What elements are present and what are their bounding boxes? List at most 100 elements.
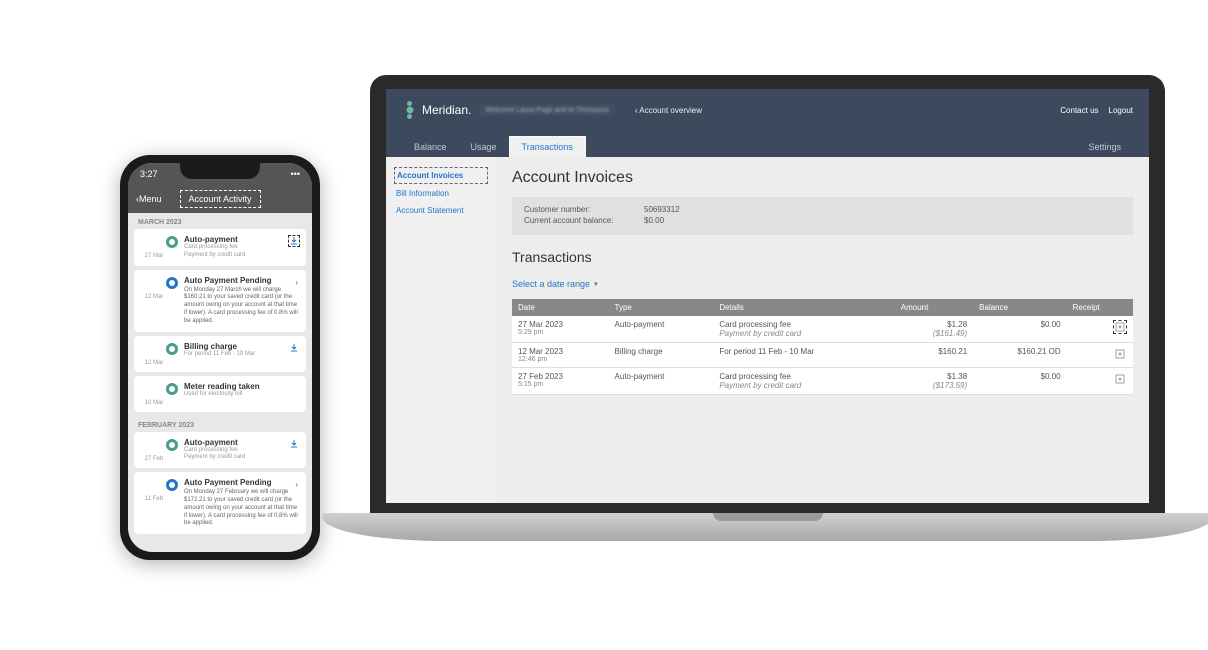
activity-title: Auto-payment xyxy=(184,438,298,447)
receipt-download-icon[interactable] xyxy=(1113,372,1127,386)
page-title: Account Invoices xyxy=(512,169,1133,187)
table-header: Details xyxy=(713,299,894,316)
activity-subtext: Card processing fee xyxy=(184,447,298,455)
table-row: 27 Feb 20235:15 pmAuto-paymentCard proce… xyxy=(512,368,1133,395)
phone-screen: 3:27 ••• ‹ Menu Account Activity MARCH 2… xyxy=(128,163,312,552)
tab-settings[interactable]: Settings xyxy=(1076,137,1133,157)
phone-page-title: Account Activity xyxy=(180,190,261,208)
activity-date: 12 Mar xyxy=(142,342,166,366)
table-header-row: DateTypeDetailsAmountBalanceReceipt xyxy=(512,299,1133,316)
cell-date: 27 Mar 20235:29 pm xyxy=(512,316,609,343)
phone-section-label: FEBRUARY 2023 xyxy=(134,416,306,432)
sidebar-item-account-statement[interactable]: Account Statement xyxy=(394,203,488,218)
table-row: 12 Mar 202312:46 pmBilling chargeFor per… xyxy=(512,343,1133,368)
logo-icon xyxy=(402,102,418,118)
activity-date: 27 Feb xyxy=(142,438,166,463)
laptop-frame: Meridian. Welcome Laura Page and M Thomp… xyxy=(370,75,1165,513)
activity-title: Auto Payment Pending xyxy=(184,276,298,285)
activity-date: 11 Feb xyxy=(142,478,166,528)
logout-link[interactable]: Logout xyxy=(1109,106,1133,115)
tab-balance[interactable]: Balance xyxy=(402,137,459,157)
customer-number-value: 50693312 xyxy=(644,205,680,214)
phone-notch xyxy=(180,163,260,179)
activity-card[interactable]: 12 MarAuto Payment PendingOn Monday 27 M… xyxy=(134,270,306,332)
tab-usage[interactable]: Usage xyxy=(459,137,509,157)
phone-nav: ‹ Menu Account Activity xyxy=(128,185,312,213)
cell-amount: $1.38($173.59) xyxy=(895,368,973,395)
sidebar-item-bill-information[interactable]: Bill Information xyxy=(394,186,488,201)
cell-receipt xyxy=(1067,368,1133,395)
activity-card: 27 Feb Auto-paymentCard processing feePay… xyxy=(134,432,306,469)
cell-receipt xyxy=(1067,316,1133,343)
activity-card: 27 MarAuto-paymentCard processing feePay… xyxy=(134,229,306,266)
cell-amount: $1.28($161.49) xyxy=(895,316,973,343)
cell-date: 12 Mar 202312:46 pm xyxy=(512,343,609,368)
cell-balance: $0.00 xyxy=(973,368,1066,395)
balance-value: $0.00 xyxy=(644,216,664,225)
laptop-mockup: Meridian. Welcome Laura Page and M Thomp… xyxy=(370,75,1165,541)
date-range-label: Select a date range xyxy=(512,279,590,289)
activity-title: Auto Payment Pending xyxy=(184,478,298,487)
chevron-down-icon: ▾ xyxy=(594,280,598,288)
person-icon xyxy=(166,343,178,355)
chevron-right-icon: › xyxy=(295,278,298,287)
person-icon xyxy=(166,236,178,248)
cell-type: Auto-payment xyxy=(609,368,714,395)
activity-date: 27 Mar xyxy=(142,235,166,260)
table-header: Amount xyxy=(895,299,973,316)
contact-us-link[interactable]: Contact us xyxy=(1060,106,1098,115)
cell-details: For period 11 Feb - 10 Mar xyxy=(713,343,894,368)
activity-subtext: For period 11 Feb - 10 Mar xyxy=(184,351,298,359)
cell-receipt xyxy=(1067,343,1133,368)
activity-card: 10 MarMeter reading takenUsed for electr… xyxy=(134,376,306,412)
date-range-selector[interactable]: Select a date range ▾ xyxy=(512,279,1133,289)
header-right: Contact us Logout xyxy=(1060,106,1133,115)
balance-label: Current account balance: xyxy=(524,216,644,225)
cell-amount: $160.21 xyxy=(895,343,973,368)
cell-details: Card processing feePayment by credit car… xyxy=(713,316,894,343)
download-icon[interactable] xyxy=(288,235,300,247)
signal-icon: ••• xyxy=(291,169,300,179)
person-icon xyxy=(166,383,178,395)
activity-subtext: Used for electricity bill xyxy=(184,391,298,399)
activity-detail: On Monday 27 March we will charge $160.2… xyxy=(184,287,298,326)
account-overview-link[interactable]: ‹ Account overview xyxy=(635,106,702,115)
brand-logo[interactable]: Meridian. xyxy=(402,102,471,118)
activity-subtext: Payment by credit card xyxy=(184,454,298,462)
tab-transactions[interactable]: Transactions xyxy=(509,136,586,157)
brand-name: Meridian. xyxy=(422,103,471,117)
sidebar-item-account-invoices[interactable]: Account Invoices xyxy=(394,167,488,184)
back-menu-button[interactable]: ‹ Menu xyxy=(136,194,162,204)
receipt-download-icon[interactable] xyxy=(1113,320,1127,334)
cell-type: Billing charge xyxy=(609,343,714,368)
main-tabs: BalanceUsageTransactions Settings xyxy=(386,131,1149,157)
main-content: Account Invoices Customer number: 506933… xyxy=(496,157,1149,503)
table-header: Type xyxy=(609,299,714,316)
cell-date: 27 Feb 20235:15 pm xyxy=(512,368,609,395)
table-row: 27 Mar 20235:29 pmAuto-paymentCard proce… xyxy=(512,316,1133,343)
person-icon xyxy=(166,439,178,451)
phone-time: 3:27 xyxy=(140,169,158,179)
clock-icon xyxy=(166,277,178,289)
activity-card[interactable]: 11 FebAuto Payment PendingOn Monday 27 F… xyxy=(134,472,306,534)
receipt-download-icon[interactable] xyxy=(1113,347,1127,361)
activity-date: 10 Mar xyxy=(142,382,166,406)
laptop-base xyxy=(322,513,1208,541)
download-icon[interactable] xyxy=(288,438,300,450)
cell-type: Auto-payment xyxy=(609,316,714,343)
activity-title: Auto-payment xyxy=(184,235,298,244)
table-header: Date xyxy=(512,299,609,316)
phone-section-label: MARCH 2023 xyxy=(134,213,306,229)
chevron-right-icon: › xyxy=(295,480,298,489)
cell-balance: $0.00 xyxy=(973,316,1066,343)
sidebar: Account Invoices Bill Information Account … xyxy=(386,157,496,503)
page-body: Account Invoices Bill Information Account … xyxy=(386,157,1149,503)
account-info-box: Customer number: 50693312 Current accoun… xyxy=(512,197,1133,235)
welcome-text: Welcome Laura Page and M Thompson xyxy=(479,105,614,116)
customer-number-label: Customer number: xyxy=(524,205,644,214)
phone-content: MARCH 202327 MarAuto-paymentCard process… xyxy=(128,213,312,538)
download-icon[interactable] xyxy=(288,342,300,354)
menu-label: Menu xyxy=(139,194,162,204)
activity-subtext: Payment by credit card xyxy=(184,252,298,260)
table-header: Receipt xyxy=(1067,299,1133,316)
